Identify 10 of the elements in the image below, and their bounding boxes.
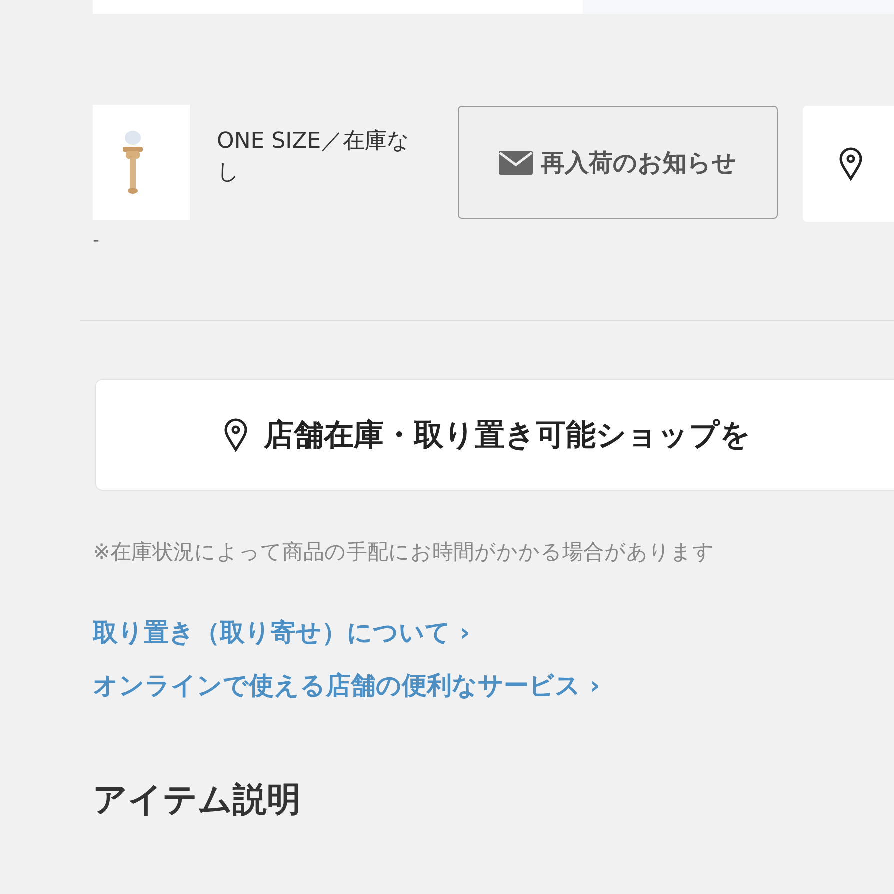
variant-label: ONE SIZE／在庫なし bbox=[217, 128, 412, 187]
stock-notice: ※在庫状況によって商品の手配にお時間がかかる場合があります bbox=[93, 539, 715, 566]
dash-text: - bbox=[93, 232, 100, 250]
store-stock-button[interactable] bbox=[803, 106, 894, 222]
restock-notification-button[interactable]: 再入荷のお知らせ bbox=[458, 106, 778, 219]
location-pin-icon bbox=[839, 147, 863, 181]
location-pin-icon bbox=[224, 418, 248, 452]
store-search-button[interactable]: 店舗在庫・取り置き可能ショップを bbox=[95, 379, 894, 491]
envelope-icon bbox=[499, 150, 533, 174]
section-heading: アイテム説明 bbox=[93, 783, 301, 817]
